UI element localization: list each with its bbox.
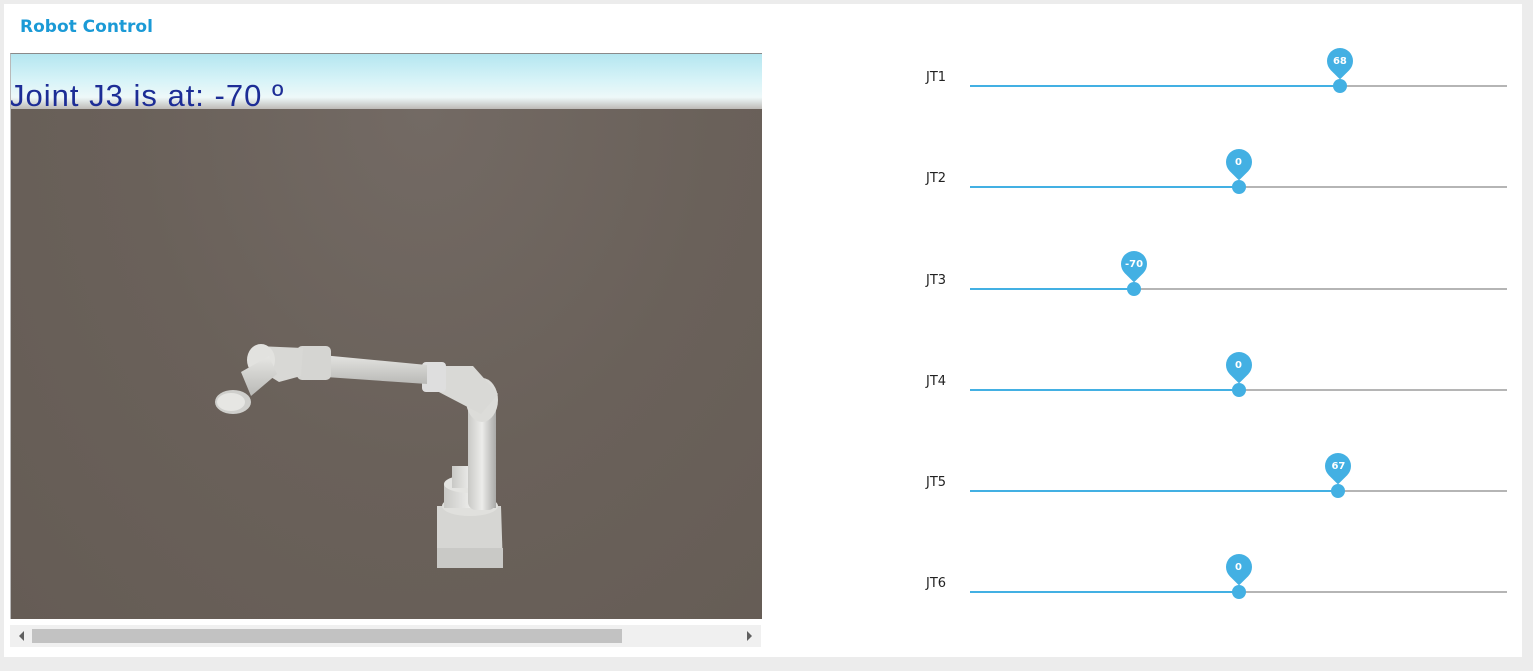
slider-thumb-jt1[interactable] [1332, 79, 1347, 93]
slider-thumb-jt4[interactable] [1231, 383, 1246, 397]
viewport-horizontal-scrollbar[interactable] [10, 625, 761, 647]
slider-track-jt3[interactable] [970, 288, 1507, 290]
scrollbar-thumb[interactable] [32, 629, 622, 643]
scroll-left-arrow-icon[interactable] [19, 631, 24, 641]
scroll-right-arrow-icon[interactable] [747, 631, 752, 641]
slider-thumb-jt6[interactable] [1231, 585, 1246, 599]
slider-fill [970, 490, 1339, 492]
page-title: Robot Control [20, 17, 153, 37]
3d-viewport[interactable]: Joint J3 is at: -70 º [10, 53, 762, 619]
slider-value-jt1: 68 [1332, 56, 1347, 67]
slider-value-jt6: 0 [1235, 562, 1242, 573]
joint-label-jt1: JT1 [926, 70, 947, 85]
slider-thumb-jt3[interactable] [1127, 282, 1142, 296]
slider-value-jt4: 0 [1235, 360, 1242, 371]
joint-label-jt2: JT2 [926, 171, 947, 186]
robot-arm-model [215, 344, 503, 568]
slider-fill [970, 389, 1239, 391]
slider-fill [970, 288, 1135, 290]
joint-label-jt5: JT5 [926, 475, 947, 490]
slider-value-jt5: 67 [1331, 461, 1346, 472]
slider-value-jt2: 0 [1235, 157, 1242, 168]
slider-value-jt3: -70 [1125, 259, 1144, 270]
slider-fill [970, 186, 1239, 188]
joint-label-jt3: JT3 [926, 273, 947, 288]
joint-label-jt6: JT6 [926, 576, 947, 591]
slider-track-jt5[interactable] [970, 490, 1507, 492]
slider-fill [970, 85, 1340, 87]
joint-label-jt4: JT4 [926, 374, 947, 389]
slider-thumb-jt2[interactable] [1231, 180, 1246, 194]
slider-track-jt1[interactable] [970, 85, 1507, 87]
slider-fill [970, 591, 1239, 593]
